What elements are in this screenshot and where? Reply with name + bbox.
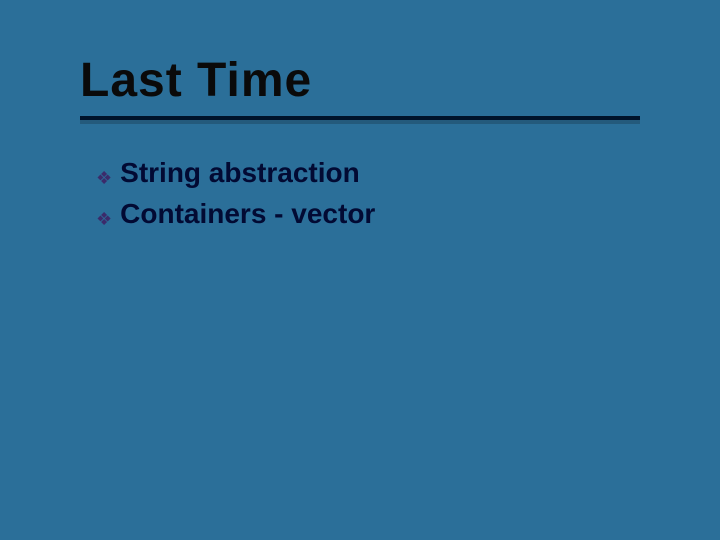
- bullet-text: String abstraction: [120, 155, 360, 190]
- list-item: ❖ String abstraction: [96, 155, 636, 190]
- diamond-bullet-icon: ❖: [96, 210, 112, 228]
- list-item: ❖ Containers - vector: [96, 196, 636, 231]
- slide: Last Time ❖ String abstraction ❖ Contain…: [0, 0, 720, 540]
- title-underline: [80, 116, 640, 120]
- slide-title: Last Time: [80, 55, 640, 108]
- slide-body: ❖ String abstraction ❖ Containers - vect…: [96, 155, 636, 237]
- bullet-text: Containers - vector: [120, 196, 375, 231]
- diamond-bullet-icon: ❖: [96, 169, 112, 187]
- title-block: Last Time: [80, 55, 640, 120]
